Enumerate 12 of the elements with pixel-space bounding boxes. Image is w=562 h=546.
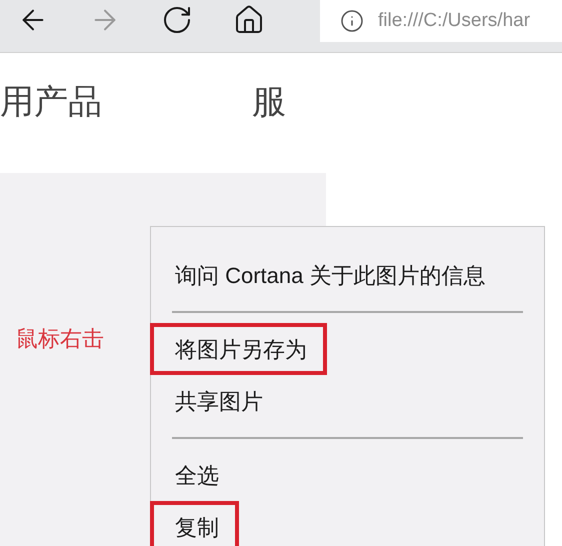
home-icon[interactable]: [233, 4, 265, 36]
menu-item[interactable]: 复制: [150, 501, 239, 546]
menu-item[interactable]: 询问 Cortana 关于此图片的信息: [150, 249, 506, 301]
menu-item[interactable]: 共享图片: [150, 375, 283, 427]
refresh-icon[interactable]: [161, 4, 193, 36]
menu-item[interactable]: 全选: [150, 449, 239, 501]
nav-link[interactable]: 服: [252, 77, 286, 128]
nav-link[interactable]: 用产品: [0, 77, 102, 128]
menu-item[interactable]: 将图片另存为: [150, 323, 327, 375]
address-text: file:///C:/Users/har: [378, 8, 530, 33]
info-icon: [340, 9, 364, 33]
annotation-text: 鼠标右击: [16, 326, 104, 354]
